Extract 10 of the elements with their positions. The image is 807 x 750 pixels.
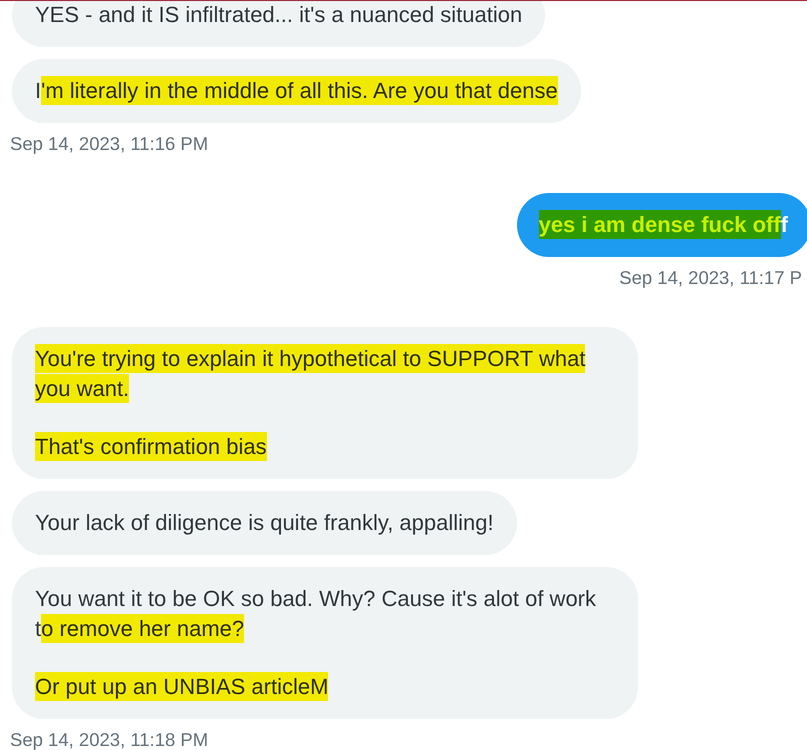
timestamp: Sep 14, 2023, 11:16 PM	[10, 133, 208, 155]
message-text: I'm literally in the middle of all this. Are you that dense	[35, 76, 558, 106]
message-text: yes i am dense fuck offf	[538, 210, 788, 240]
timestamp: Sep 14, 2023, 11:17 P	[619, 267, 802, 289]
timestamp: Sep 14, 2023, 11:18 PM	[10, 729, 208, 750]
message-text: YES - and it IS infiltrated... it's a nuanced situation	[35, 1, 522, 29]
message-text: Or put up an UNBIAS articleM	[35, 672, 330, 702]
message-text: You want it to be OK so bad. Why? Cause it's alot of work to remove her name?	[35, 585, 598, 644]
message-text: Your lack of diligence is quite frankly, appalling!	[35, 509, 494, 537]
message-text: That's confirmation bias	[35, 432, 268, 462]
